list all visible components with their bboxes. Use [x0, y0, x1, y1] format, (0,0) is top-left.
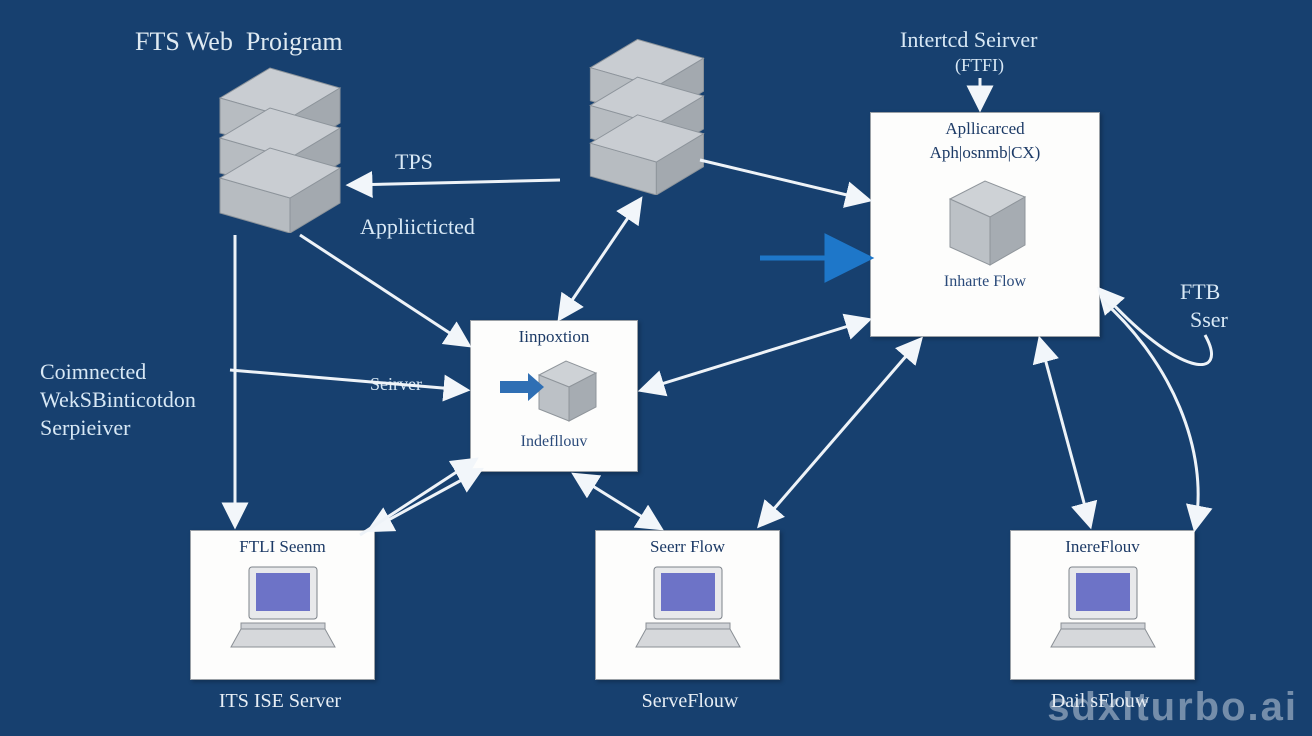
- computer-icon: [1043, 561, 1163, 656]
- bottom-mid-panel: Seerr Flow: [595, 530, 780, 680]
- label-tps: TPS: [395, 150, 433, 174]
- side-label-c: Serpieiver: [40, 416, 130, 440]
- bottom-mid-panel-title: Seerr Flow: [600, 537, 775, 557]
- label-topright-a: Intertcd Seirver: [900, 28, 1037, 52]
- caption-bottom-right: Dail sFlouw: [1000, 690, 1200, 713]
- computer-icon: [628, 561, 748, 656]
- cube-icon: [930, 169, 1040, 269]
- computer-icon: [223, 561, 343, 656]
- label-sser: Sser: [1190, 308, 1228, 332]
- bottom-left-panel: FTLI Seenm: [190, 530, 375, 680]
- label-topright-b: (FTFI): [955, 56, 1004, 76]
- bottom-left-panel-title: FTLI Seenm: [195, 537, 370, 557]
- caption-bottom-mid: ServeFlouw: [590, 690, 790, 713]
- center-panel: Iinpoxtion Indefllouv: [470, 320, 638, 472]
- application-panel-line1: Apllicarced: [875, 119, 1095, 139]
- label-server: Seirver: [370, 375, 422, 395]
- application-panel-line2: Aph|osnmb|CX): [875, 143, 1095, 163]
- server-stack-right-icon: [560, 30, 715, 195]
- bottom-right-panel: InereFlouv: [1010, 530, 1195, 680]
- application-panel: Apllicarced Aph|osnmb|CX) Inharte Flow: [870, 112, 1100, 337]
- side-label-b: WekSBinticotdon: [40, 388, 196, 412]
- side-label-a: Coimnected: [40, 360, 146, 384]
- center-panel-line2: Indefllouv: [475, 433, 633, 451]
- application-panel-line3: Inharte Flow: [875, 273, 1095, 291]
- cube-arrow-icon: [494, 351, 614, 429]
- center-panel-line1: Iinpoxtion: [475, 327, 633, 347]
- server-stack-left-icon: [190, 58, 350, 233]
- label-ftb: FTB: [1180, 280, 1220, 304]
- label-applicticted: Appliicticted: [360, 215, 475, 239]
- diagram-title: FTS Web Proigram: [135, 28, 343, 57]
- bottom-right-panel-title: InereFlouv: [1015, 537, 1190, 557]
- caption-bottom-left: ITS ISE Server: [180, 690, 380, 713]
